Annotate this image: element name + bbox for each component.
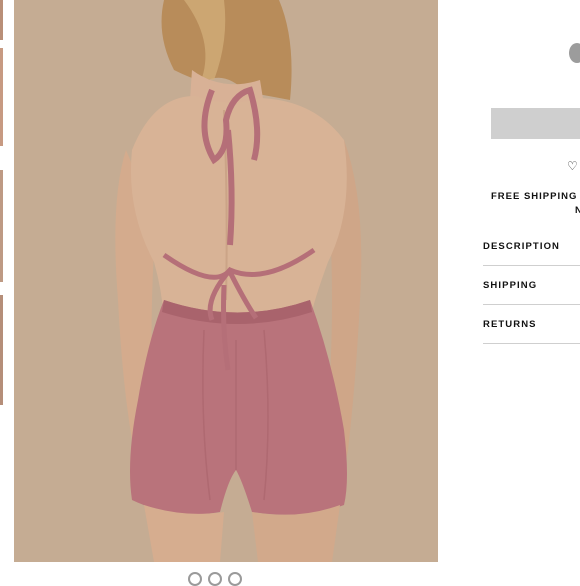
free-shipping-note: FREE SHIPPING O N: [491, 190, 580, 218]
gallery-dot[interactable]: [228, 572, 242, 586]
product-main-image[interactable]: [14, 0, 438, 562]
gallery-dot[interactable]: [208, 572, 222, 586]
gallery-dot[interactable]: [188, 572, 202, 586]
product-details-panel: ♡ FREE SHIPPING O N DESCRIPTION SHIPPING…: [440, 0, 580, 580]
product-photo-illustration: [14, 0, 438, 562]
free-shipping-line2: N: [575, 205, 580, 216]
info-accordion: DESCRIPTION SHIPPING RETURNS: [483, 227, 580, 344]
accordion-description[interactable]: DESCRIPTION: [483, 227, 580, 266]
thumbnail-image[interactable]: [0, 295, 3, 405]
heart-outline-icon[interactable]: ♡: [567, 158, 578, 174]
gallery-dots: [188, 572, 242, 586]
thumbnail-image[interactable]: [0, 48, 3, 146]
thumbnail-strip: [0, 0, 4, 580]
thumbnail-image[interactable]: [0, 0, 3, 40]
add-to-bag-button[interactable]: [491, 108, 580, 139]
thumbnail-image[interactable]: [0, 170, 3, 282]
accordion-shipping[interactable]: SHIPPING: [483, 266, 580, 305]
free-shipping-line1: FREE SHIPPING O: [491, 191, 580, 202]
color-swatch[interactable]: [569, 43, 580, 63]
accordion-returns[interactable]: RETURNS: [483, 305, 580, 344]
